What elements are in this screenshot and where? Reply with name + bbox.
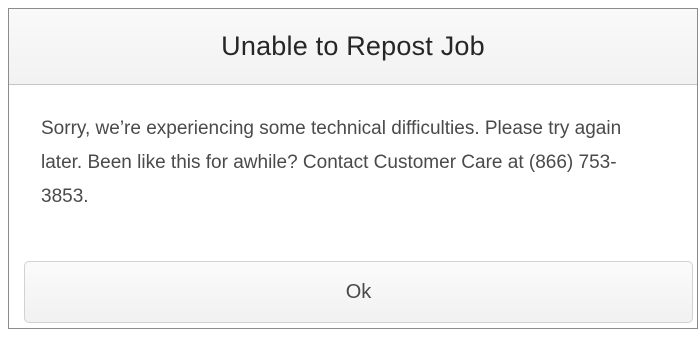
ok-button[interactable]: Ok [24, 261, 693, 323]
dialog-header: Unable to Repost Job [9, 9, 697, 85]
dialog-message: Sorry, we’re experiencing some technical… [41, 118, 622, 207]
error-dialog: Unable to Repost Job Sorry, we’re experi… [8, 8, 698, 329]
dialog-title: Unable to Repost Job [221, 31, 485, 61]
